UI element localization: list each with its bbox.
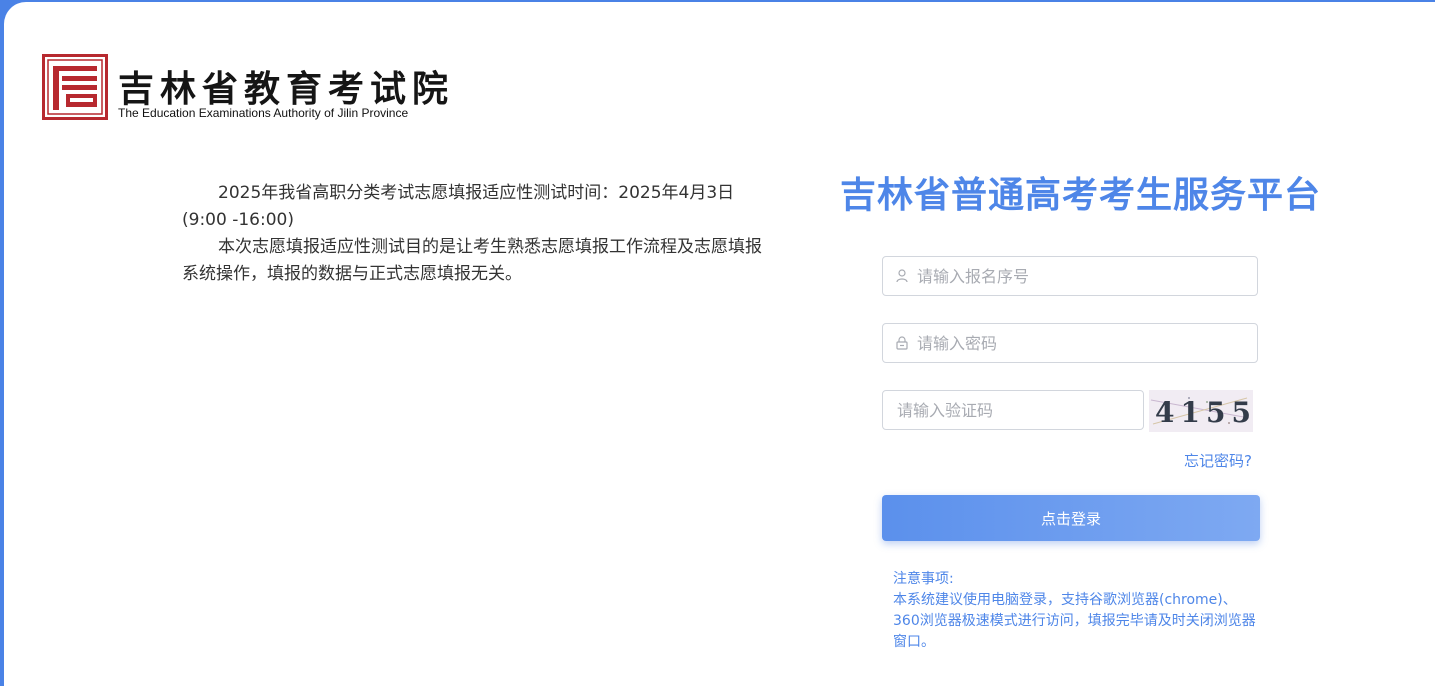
platform-title: 吉林省普通高考考生服务平台	[840, 175, 1322, 216]
lock-icon	[895, 336, 909, 350]
notice-line-purpose: 本次志愿填报适应性测试目的是让考生熟悉志愿填报工作流程及志愿填报系统操作，填报的…	[182, 237, 762, 284]
password-input[interactable]	[915, 332, 1239, 354]
captcha-image[interactable]: 4155	[1149, 390, 1253, 432]
password-field[interactable]	[882, 323, 1258, 363]
tips-box: 注意事项: 本系统建议使用电脑登录，支持谷歌浏览器(chrome)、360浏览器…	[893, 569, 1257, 653]
login-button[interactable]: 点击登录	[882, 495, 1260, 541]
tips-heading: 注意事项:	[893, 571, 954, 587]
page: 吉林省教育考试院 The Education Examinations Auth…	[4, 2, 1435, 686]
user-icon	[895, 269, 909, 283]
username-input[interactable]	[915, 265, 1239, 287]
org-logo-icon	[42, 54, 108, 120]
notice-line-schedule: 2025年我省高职分类考试志愿填报适应性测试时间：2025年4月3日(9:00 …	[182, 183, 735, 230]
captcha-text: 4155	[1155, 396, 1253, 429]
tips-body: 本系统建议使用电脑登录，支持谷歌浏览器(chrome)、360浏览器极速模式进行…	[893, 592, 1256, 650]
username-field[interactable]	[882, 256, 1258, 296]
org-name: 吉林省教育考试院	[118, 68, 455, 110]
org-name-en: The Education Examinations Authority of …	[118, 106, 409, 120]
forgot-password-link[interactable]: 忘记密码?	[1154, 450, 1252, 471]
captcha-input[interactable]	[895, 399, 1129, 421]
captcha-field[interactable]	[882, 390, 1144, 430]
notice-text: 2025年我省高职分类考试志愿填报适应性测试时间：2025年4月3日(9:00 …	[182, 180, 762, 288]
